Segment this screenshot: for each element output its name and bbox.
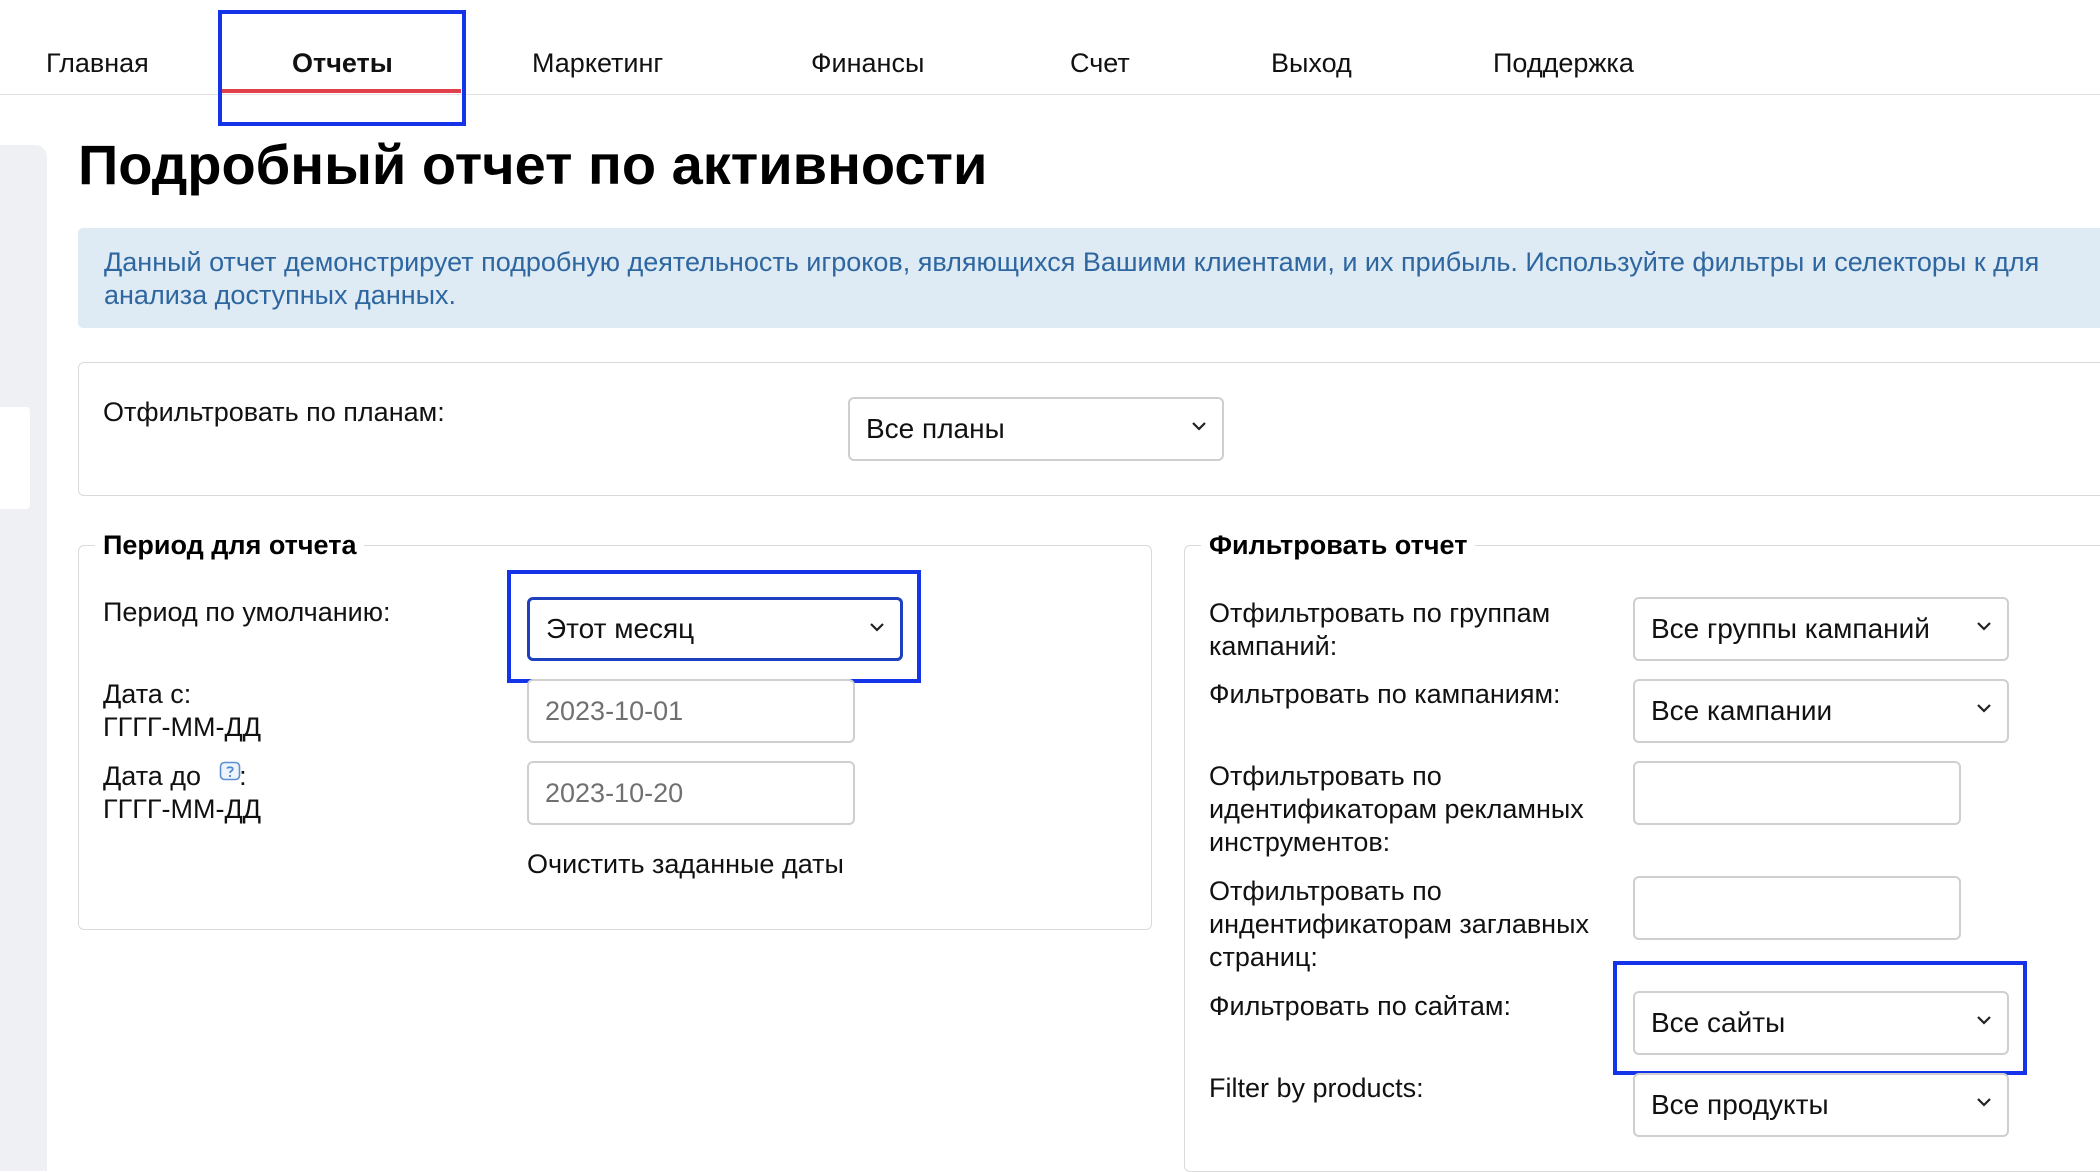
report-period-legend: Период для отчета [103,530,357,560]
campaigns-select[interactable]: Все кампании [1633,679,2009,743]
campaigns-value: Все кампании [1651,695,1833,726]
date-to-format: ГГГГ-ММ-ДД [103,794,262,824]
info-banner: Данный отчет демонстрирует подробную дея… [78,228,2100,328]
highlight-box-period-select [507,570,921,683]
left-sidebar [0,145,47,1171]
nav-item-marketing[interactable]: Маркетинг [532,48,663,79]
products-value: Все продукты [1651,1089,1829,1120]
page-title: Подробный отчет по активности [78,133,988,196]
nav-item-finance[interactable]: Финансы [811,48,924,79]
campaign-groups-select[interactable]: Все группы кампаний [1633,597,2009,661]
landing-pages-label: Отфильтровать по индентификаторам заглав… [1209,876,1590,972]
ad-tools-label: Отфильтровать по идентификаторам рекламн… [1209,761,1584,857]
campaign-groups-value: Все группы кампаний [1651,613,1930,644]
default-period-label: Период по умолчанию: [103,597,391,627]
plans-select[interactable]: Все планы [848,397,1224,461]
help-icon[interactable] [219,761,241,783]
sites-label: Фильтровать по сайтам: [1209,991,1511,1021]
highlight-box-reports-tab [218,10,466,126]
campaigns-label: Фильтровать по кампаниям: [1209,679,1561,709]
ad-tools-input[interactable] [1633,761,1961,825]
landing-pages-input[interactable] [1633,876,1961,940]
info-text: Данный отчет демонстрирует подробную дея… [104,247,2040,310]
date-to-label-word: Дата до [103,761,202,791]
nav-item-logout[interactable]: Выход [1271,48,1352,79]
products-select[interactable]: Все продукты [1633,1073,2009,1137]
date-from-label-text: Дата с: [103,679,192,709]
report-filter-legend: Фильтровать отчет [1209,530,1468,560]
campaign-groups-label: Отфильтровать по группам кампаний: [1209,598,1551,661]
date-from-label: Дата с: ГГГГ-ММ-ДД [103,678,261,744]
chevron-down-icon [1977,1098,1991,1107]
nav-item-account[interactable]: Счет [1070,48,1130,79]
chevron-down-icon [1977,704,1991,713]
chevron-down-icon [1977,622,1991,631]
highlight-box-sites-select [1613,961,2027,1075]
products-label: Filter by products: [1209,1073,1424,1103]
clear-dates-link[interactable]: Очистить заданные даты [527,849,844,880]
date-from-format: ГГГГ-ММ-ДД [103,712,262,742]
chevron-down-icon [1192,422,1206,431]
nav-item-support[interactable]: Поддержка [1493,48,1634,79]
nav-item-home[interactable]: Главная [46,48,149,79]
plans-filter-label: Отфильтровать по планам: [103,397,445,427]
date-from-input[interactable]: 2023-10-01 [527,679,855,743]
plans-select-value: Все планы [866,413,1005,444]
date-to-input[interactable]: 2023-10-20 [527,761,855,825]
sidebar-tab[interactable] [0,407,30,509]
